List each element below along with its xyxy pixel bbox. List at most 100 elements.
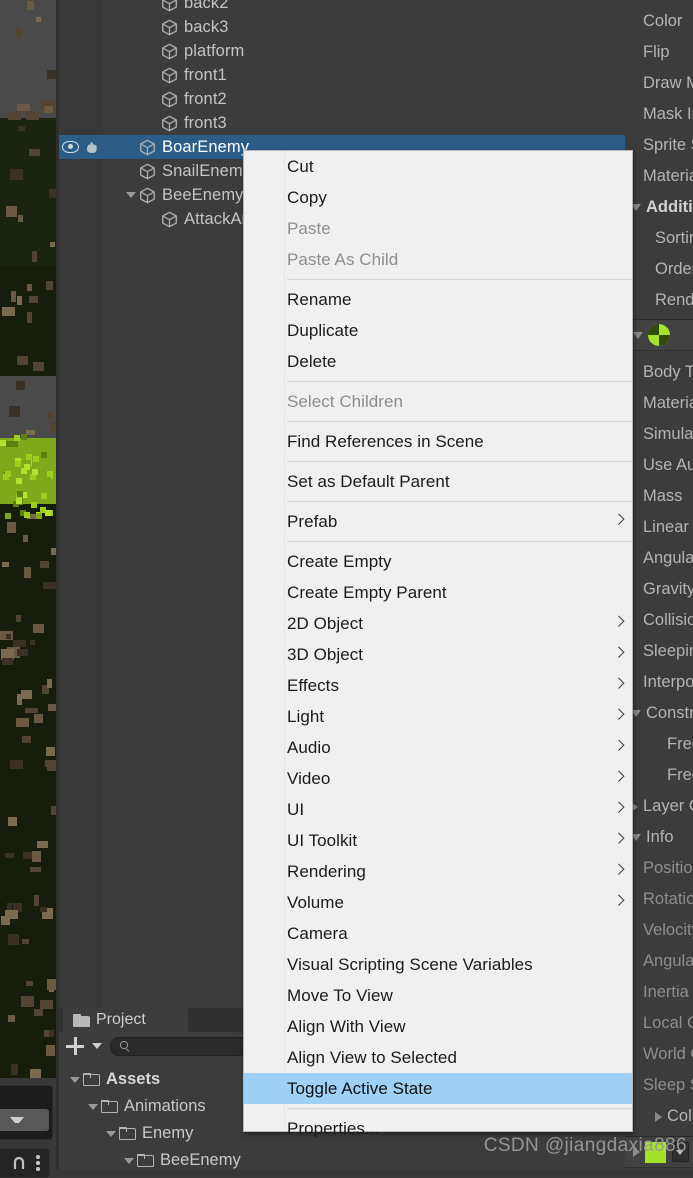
magnet-icon[interactable] xyxy=(12,1156,26,1171)
inspector-field-linear-drag[interactable]: Linear Drag xyxy=(625,512,693,543)
inspector-field-angular-drag[interactable]: Angular Drag xyxy=(625,543,693,574)
inspector-field-material[interactable]: Material xyxy=(625,388,693,419)
inspector-field-sorting-layer[interactable]: Sorting Layer xyxy=(625,223,693,254)
hierarchy-item-back2[interactable]: back2 xyxy=(56,0,625,15)
inspector-field-body-type[interactable]: Body Type xyxy=(625,357,693,388)
inspector-field-layer-overrides[interactable]: Layer Overrides xyxy=(625,791,693,822)
inspector-field-simulated[interactable]: Simulated xyxy=(625,419,693,450)
menu-item-prefab[interactable]: Prefab xyxy=(244,506,632,537)
inspector-field-angular-velocity[interactable]: Angular Velocity xyxy=(625,946,693,977)
inspector-field-label: Collider xyxy=(667,1107,693,1125)
chevron-right-icon[interactable] xyxy=(655,1111,662,1122)
panel-divider[interactable] xyxy=(56,0,59,1170)
hierarchy-item-back3[interactable]: back3 xyxy=(56,15,625,39)
chevron-down-icon[interactable] xyxy=(70,1076,80,1083)
menu-item-volume[interactable]: Volume xyxy=(244,887,632,918)
scene-pixel-detail xyxy=(10,760,23,769)
inspector-field-rotation[interactable]: Rotation xyxy=(625,884,693,915)
inspector-field-sleep-state[interactable]: Sleep State xyxy=(625,1070,693,1101)
chevron-down-icon[interactable] xyxy=(633,331,643,339)
inspector-field-sleeping-mode[interactable]: Sleeping Mode xyxy=(625,636,693,667)
tab-project[interactable]: Project xyxy=(63,1008,188,1032)
menu-item-cut[interactable]: Cut xyxy=(244,151,632,182)
menu-item-align-view-to-selected[interactable]: Align View to Selected xyxy=(244,1042,632,1073)
menu-separator xyxy=(287,381,632,382)
kebab-menu-icon[interactable] xyxy=(36,1155,40,1171)
inspector-field-sprite-sort-point[interactable]: Sprite Sort Point xyxy=(625,130,693,161)
inspector-field-collider[interactable]: Collider xyxy=(625,1101,693,1132)
gameobject-icon xyxy=(161,115,178,132)
menu-item-find-references-in-scene[interactable]: Find References in Scene xyxy=(244,426,632,457)
inspector-field-constraints[interactable]: Constraints xyxy=(625,698,693,729)
inspector-panel[interactable]: Color Flip Draw Mode Mask Interaction Sprite… xyxy=(625,0,693,1170)
menu-item-audio[interactable]: Audio xyxy=(244,732,632,763)
inspector-field-position[interactable]: Position xyxy=(625,853,693,884)
inspector-field-inertia[interactable]: Inertia xyxy=(625,977,693,1008)
scene-view[interactable] xyxy=(0,0,56,1078)
folder-icon xyxy=(101,1100,118,1113)
inspector-field-mass[interactable]: Mass xyxy=(625,481,693,512)
chevron-down-icon[interactable] xyxy=(92,1043,102,1049)
inspector-field-order-in-layer[interactable]: Order in Layer xyxy=(625,254,693,285)
menu-item-ui-toolkit[interactable]: UI Toolkit xyxy=(244,825,632,856)
project-folder-label: Assets xyxy=(106,1070,161,1088)
gameobject-icon xyxy=(161,43,178,60)
menu-item-effects[interactable]: Effects xyxy=(244,670,632,701)
menu-item-rename[interactable]: Rename xyxy=(244,284,632,315)
menu-item-align-with-view[interactable]: Align With View xyxy=(244,1011,632,1042)
inspector-field-velocity[interactable]: Velocity xyxy=(625,915,693,946)
chevron-down-icon[interactable] xyxy=(126,192,136,198)
scene-overlay-dropdown[interactable]: ne xyxy=(0,1109,49,1131)
menu-item-create-empty-parent[interactable]: Create Empty Parent xyxy=(244,577,632,608)
menu-item-camera[interactable]: Camera xyxy=(244,918,632,949)
menu-item-3d-object[interactable]: 3D Object xyxy=(244,639,632,670)
scene-pixel-detail xyxy=(36,17,41,22)
hierarchy-item-platform[interactable]: platform xyxy=(56,39,625,63)
eye-icon[interactable] xyxy=(62,141,79,153)
inspector-field-additional-settings[interactable]: Additional Settings xyxy=(625,192,693,223)
inspector-field-gravity-scale[interactable]: Gravity Scale xyxy=(625,574,693,605)
menu-item-toggle-active-state[interactable]: Toggle Active State xyxy=(244,1073,632,1104)
inspector-field-info[interactable]: Info xyxy=(625,822,693,853)
menu-item-create-empty[interactable]: Create Empty xyxy=(244,546,632,577)
menu-item-visual-scripting-scene-variables[interactable]: Visual Scripting Scene Variables xyxy=(244,949,632,980)
hierarchy-item-front1[interactable]: front1 xyxy=(56,63,625,87)
menu-item-duplicate[interactable]: Duplicate xyxy=(244,315,632,346)
hierarchy-item-front2[interactable]: front2 xyxy=(56,87,625,111)
inspector-field-interpolate[interactable]: Interpolate xyxy=(625,667,693,698)
menu-item-2d-object[interactable]: 2D Object xyxy=(244,608,632,639)
scene-view-toolbar[interactable] xyxy=(0,1148,50,1178)
menu-item-rendering[interactable]: Rendering xyxy=(244,856,632,887)
hand-icon[interactable] xyxy=(84,140,99,154)
inspector-field-collision-detection[interactable]: Collision Detection xyxy=(625,605,693,636)
menu-item-light[interactable]: Light xyxy=(244,701,632,732)
inspector-field-mask-interaction[interactable]: Mask Interaction xyxy=(625,99,693,130)
plus-icon[interactable] xyxy=(66,1037,84,1055)
inspector-field-use-auto-mass[interactable]: Use Auto Mass xyxy=(625,450,693,481)
menu-item-ui[interactable]: UI xyxy=(244,794,632,825)
menu-item-copy[interactable]: Copy xyxy=(244,182,632,213)
inspector-field-local-center[interactable]: Local Center xyxy=(625,1008,693,1039)
visibility-toggles[interactable] xyxy=(62,135,99,159)
inspector-field-rendering-layer-mask[interactable]: Rendering Layer Mask xyxy=(625,285,693,316)
chevron-down-icon[interactable] xyxy=(124,1157,134,1164)
hierarchy-item-front3[interactable]: front3 xyxy=(56,111,625,135)
inspector-field-draw-mode[interactable]: Draw Mode xyxy=(625,68,693,99)
component-header-rigidbody2d[interactable] xyxy=(625,319,693,351)
inspector-field-freeze-rotation[interactable]: Freeze Rotation xyxy=(625,760,693,791)
menu-item-move-to-view[interactable]: Move To View xyxy=(244,980,632,1011)
inspector-field-flip[interactable]: Flip xyxy=(625,37,693,68)
menu-item-set-as-default-parent[interactable]: Set as Default Parent xyxy=(244,466,632,497)
chevron-down-icon[interactable] xyxy=(106,1130,116,1137)
gameobject-context-menu[interactable]: Cut Copy Paste Paste As Child Rename Duplicat… xyxy=(243,150,633,1138)
context-menu-item-list[interactable]: Cut Copy Paste Paste As Child Rename Duplicat… xyxy=(244,151,632,1144)
chevron-down-icon[interactable] xyxy=(88,1103,98,1110)
menu-item-video[interactable]: Video xyxy=(244,763,632,794)
scene-pixel-detail xyxy=(12,441,18,447)
inspector-field-freeze-position[interactable]: Freeze Position xyxy=(625,729,693,760)
inspector-field-material[interactable]: Material xyxy=(625,161,693,192)
inspector-field-world-center[interactable]: World Center xyxy=(625,1039,693,1070)
menu-item-delete[interactable]: Delete xyxy=(244,346,632,377)
scene-view-overlay[interactable]: us ne xyxy=(0,1085,53,1140)
inspector-field-color[interactable]: Color xyxy=(625,6,693,37)
